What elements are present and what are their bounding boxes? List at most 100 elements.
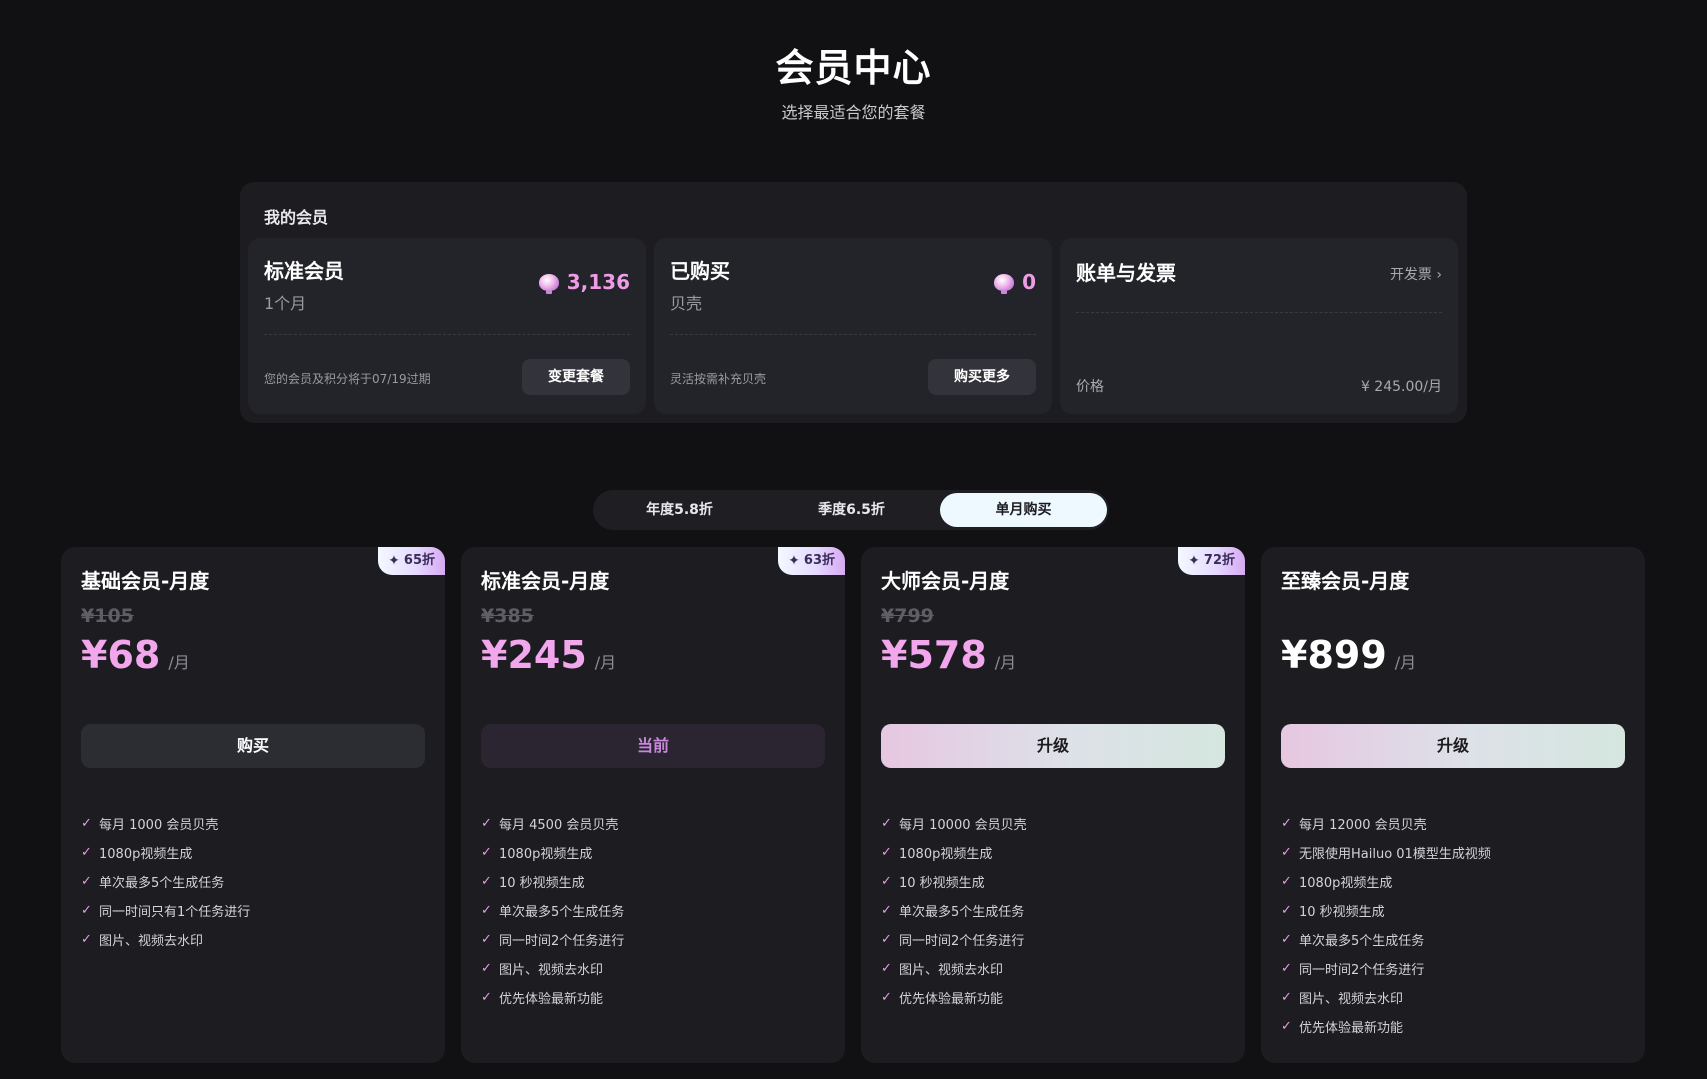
feature-item: ✓ 每月 4500 会员贝壳	[481, 809, 624, 838]
feature-text: 无限使用Hailuo 01模型生成视频	[1299, 847, 1491, 862]
feature-text: 10 秒视频生成	[1299, 905, 1385, 920]
tab-quarterly[interactable]: 季度6.5折	[768, 493, 935, 527]
plan-name: 至臻会员-月度	[1281, 569, 1410, 593]
price-value: ¥68	[81, 633, 161, 677]
current-plan-button[interactable]: 当前	[481, 724, 825, 768]
buy-more-button[interactable]: 购买更多	[928, 359, 1036, 395]
feature-item: ✓ 同一时间2个任务进行	[481, 925, 624, 954]
plan-card-master: ✦ 72折 大师会员-月度 ¥799 ¥578 /月 升级 ✓ 每月 10000 …	[861, 547, 1245, 1063]
check-icon: ✓	[1281, 845, 1292, 860]
check-icon: ✓	[481, 874, 492, 889]
feature-item: ✓ 1080p视频生成	[481, 838, 624, 867]
feature-text: 优先体验最新功能	[899, 992, 1004, 1007]
original-price: ¥105	[81, 605, 134, 627]
check-icon: ✓	[1281, 990, 1292, 1005]
feature-text: 单次最多5个生成任务	[1299, 934, 1425, 949]
upgrade-button[interactable]: 升级	[881, 724, 1225, 768]
check-icon: ✓	[881, 816, 892, 831]
tab-monthly[interactable]: 单月购买	[940, 493, 1107, 527]
discount-badge-label: 63折	[803, 553, 835, 568]
check-icon: ✓	[881, 932, 892, 947]
current-plan-duration: 1个月	[264, 294, 307, 313]
feature-text: 每月 4500 会员贝壳	[499, 818, 619, 833]
check-icon: ✓	[1281, 932, 1292, 947]
change-plan-button[interactable]: 变更套餐	[522, 359, 630, 395]
feature-item: ✓ 优先体验最新功能	[481, 983, 624, 1012]
feature-text: 图片、视频去水印	[99, 934, 204, 949]
check-icon: ✓	[881, 903, 892, 918]
upgrade-button[interactable]: 升级	[1281, 724, 1625, 768]
feature-text: 优先体验最新功能	[499, 992, 604, 1007]
check-icon: ✓	[881, 845, 892, 860]
feature-item: ✓ 每月 1000 会员贝壳	[81, 809, 250, 838]
billing-card: 账单与发票 开发票 › 价格 ¥ 245.00/月	[1060, 238, 1458, 414]
page-title: 会员中心	[775, 46, 932, 90]
current-plan-title: 标准会员	[264, 259, 344, 283]
feature-text: 同一时间2个任务进行	[899, 934, 1025, 949]
feature-list: ✓ 每月 12000 会员贝壳 ✓ 无限使用Hailuo 01模型生成视频 ✓ 1080p…	[1281, 809, 1491, 1041]
page-subtitle: 选择最适合您的套餐	[781, 103, 926, 122]
original-price: ¥799	[881, 605, 934, 627]
check-icon: ✓	[881, 990, 892, 1005]
check-icon: ✓	[481, 903, 492, 918]
check-icon: ✓	[1281, 874, 1292, 889]
feature-item: ✓ 单次最多5个生成任务	[481, 896, 624, 925]
price-unit: /月	[1394, 653, 1417, 672]
feature-item: ✓ 10 秒视频生成	[881, 867, 1027, 896]
chevron-right-icon: ›	[1436, 267, 1442, 283]
feature-text: 每月 12000 会员贝壳	[1299, 818, 1427, 833]
feature-item: ✓ 图片、视频去水印	[481, 954, 624, 983]
divider	[1076, 312, 1442, 313]
plan-name: 大师会员-月度	[881, 569, 1010, 593]
feature-item: ✓ 1080p视频生成	[1281, 867, 1491, 896]
purchased-note: 灵活按需补充贝壳	[670, 372, 767, 386]
feature-text: 图片、视频去水印	[1299, 992, 1404, 1007]
divider	[264, 334, 630, 335]
feature-item: ✓ 1080p视频生成	[881, 838, 1027, 867]
feature-item: ✓ 每月 10000 会员贝壳	[881, 809, 1027, 838]
sparkle-icon: ✦	[388, 553, 400, 569]
plan-price: ¥68 /月	[81, 631, 190, 679]
feature-text: 单次最多5个生成任务	[499, 905, 625, 920]
expiry-note: 您的会员及积分将于07/19过期	[264, 372, 431, 386]
buy-button[interactable]: 购买	[81, 724, 425, 768]
discount-badge: ✦ 72折	[1178, 547, 1245, 575]
sparkle-icon: ✦	[1188, 553, 1200, 569]
feature-item: ✓ 无限使用Hailuo 01模型生成视频	[1281, 838, 1491, 867]
plan-shell-balance: 3,136	[538, 270, 630, 294]
feature-list: ✓ 每月 4500 会员贝壳 ✓ 1080p视频生成 ✓ 10 秒视频生成 ✓ 单次最多5个生…	[481, 809, 624, 1012]
feature-item: ✓ 单次最多5个生成任务	[1281, 925, 1491, 954]
invoice-link[interactable]: 开发票 ›	[1390, 264, 1442, 284]
feature-list: ✓ 每月 10000 会员贝壳 ✓ 1080p视频生成 ✓ 10 秒视频生成 ✓ 单次最多5个…	[881, 809, 1027, 1012]
current-plan-card: 标准会员 1个月 3,136 您的会员及积分将于07/19过期 变更套餐	[248, 238, 646, 414]
check-icon: ✓	[81, 874, 92, 889]
feature-text: 1080p视频生成	[499, 847, 593, 862]
plan-card-standard: ✦ 63折 标准会员-月度 ¥385 ¥245 /月 当前 ✓ 每月 4500 会…	[461, 547, 845, 1063]
check-icon: ✓	[1281, 1019, 1292, 1034]
original-price: ¥385	[481, 605, 534, 627]
my-membership-panel: 我的会员 标准会员 1个月 3,136 您的会员及积分将于07/19过期 变更套…	[240, 182, 1467, 423]
price-label: 价格	[1076, 379, 1104, 395]
plan-balance-value: 3,136	[566, 270, 630, 294]
price-unit: /月	[168, 653, 190, 672]
check-icon: ✓	[481, 932, 492, 947]
discount-badge-label: 72折	[1203, 553, 1235, 568]
feature-text: 每月 1000 会员贝壳	[99, 818, 219, 833]
feature-item: ✓ 优先体验最新功能	[881, 983, 1027, 1012]
feature-list: ✓ 每月 1000 会员贝壳 ✓ 1080p视频生成 ✓ 单次最多5个生成任务 ✓ 同一时间只…	[81, 809, 250, 954]
check-icon: ✓	[1281, 961, 1292, 976]
price-value: ¥899	[1281, 633, 1387, 677]
feature-item: ✓ 10 秒视频生成	[481, 867, 624, 896]
check-icon: ✓	[481, 961, 492, 976]
divider	[670, 334, 1036, 335]
tab-annual[interactable]: 年度5.8折	[596, 493, 763, 527]
feature-item: ✓ 同一时间只有1个任务进行	[81, 896, 250, 925]
invoice-link-label: 开发票	[1389, 267, 1432, 283]
feature-text: 1080p视频生成	[899, 847, 993, 862]
feature-text: 同一时间2个任务进行	[1299, 963, 1425, 978]
shell-icon	[994, 273, 1015, 294]
feature-item: ✓ 优先体验最新功能	[1281, 1012, 1491, 1041]
plan-price: ¥245 /月	[481, 631, 616, 679]
feature-text: 同一时间2个任务进行	[499, 934, 625, 949]
check-icon: ✓	[481, 845, 492, 860]
